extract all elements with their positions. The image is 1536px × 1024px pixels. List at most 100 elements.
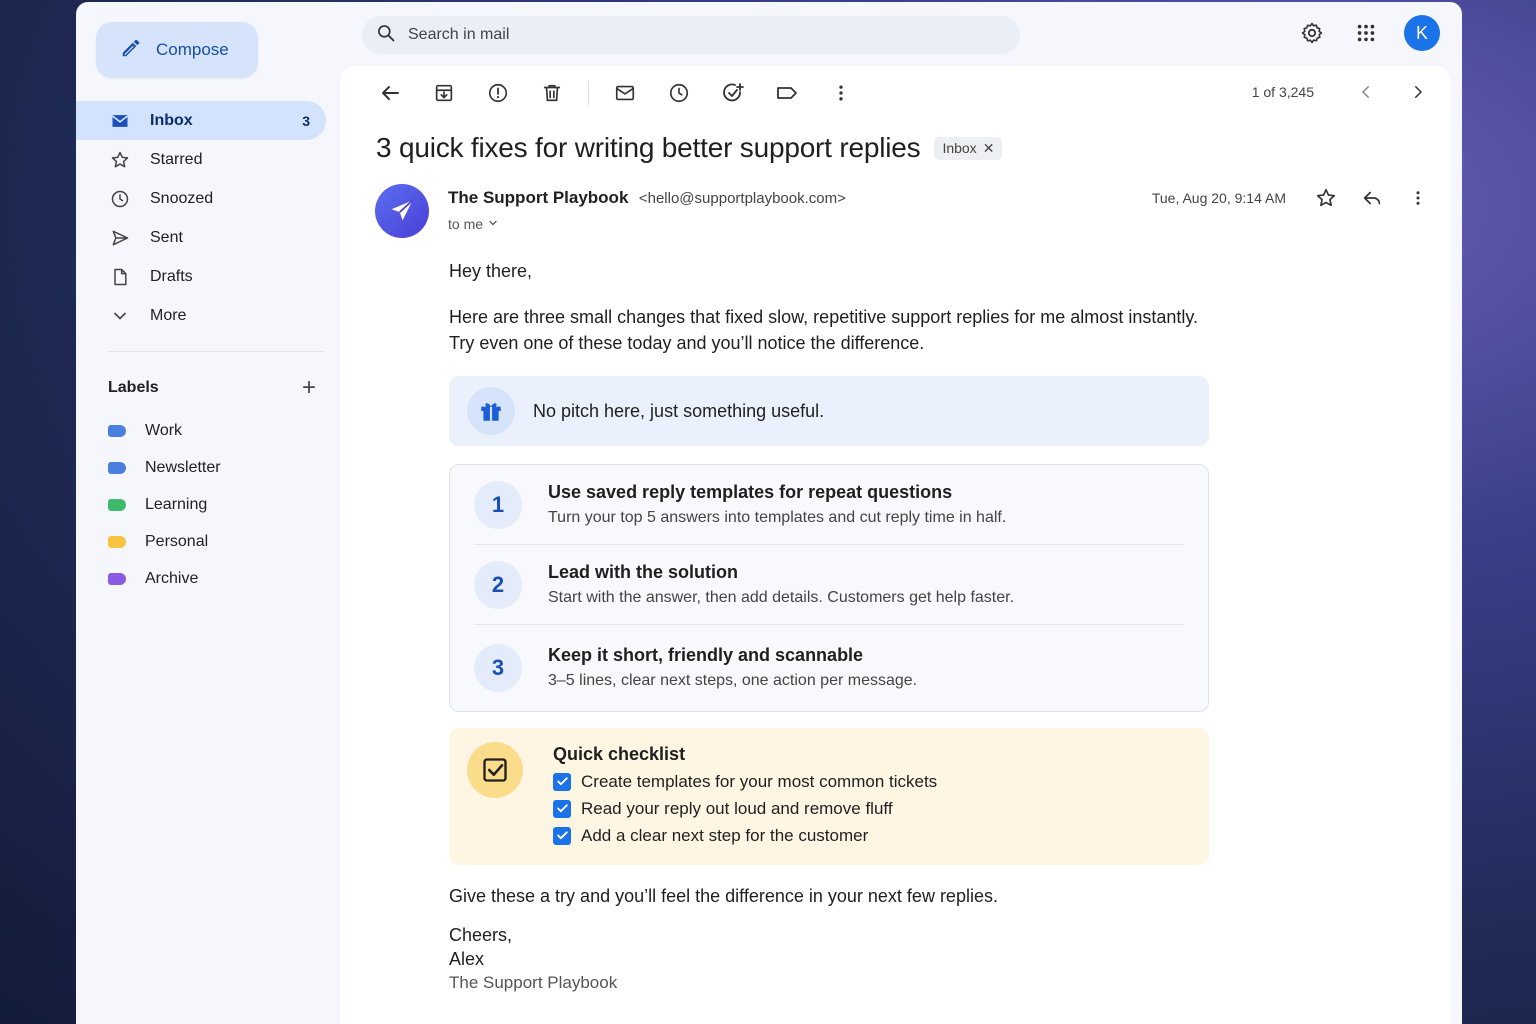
- email-outro: Give these a try and you’ll feel the dif…: [449, 886, 998, 906]
- email-panel: 1 of 3,245 3 quick fixes for writing bet…: [340, 66, 1450, 1024]
- label-item-work[interactable]: Work: [108, 412, 221, 449]
- checked-checkbox[interactable]: [553, 799, 571, 818]
- chip-label: Inbox: [942, 140, 977, 156]
- label-list: Work Newsletter Learning Personal Archiv…: [108, 412, 221, 597]
- pager-text: 1 of 3,245: [1251, 84, 1314, 100]
- search-icon[interactable]: [376, 23, 396, 48]
- label-color-swatch: [108, 424, 126, 437]
- label-item-newsletter[interactable]: Newsletter: [108, 449, 221, 486]
- nav-item-drafts[interactable]: Drafts: [76, 257, 326, 296]
- label-item-archive[interactable]: Archive: [108, 560, 221, 597]
- mark-unread-icon[interactable]: [607, 78, 643, 108]
- checklist-item-label: Create templates for your most common ti…: [581, 772, 938, 791]
- chevron-left-icon[interactable]: [1354, 80, 1378, 104]
- search-bar[interactable]: [362, 16, 1020, 54]
- sidebar: Compose Inbox 3 Starred Snoozed Sent Dra…: [76, 2, 340, 1024]
- signoff: Cheers,: [449, 925, 513, 945]
- archive-icon[interactable]: [426, 78, 462, 108]
- tip-number: 3: [474, 644, 522, 692]
- snooze-icon[interactable]: [661, 78, 697, 108]
- tip-number: 2: [474, 560, 522, 609]
- label-item-learning[interactable]: Learning: [108, 486, 221, 523]
- unread-count: 3: [302, 112, 310, 129]
- label-icon[interactable]: [769, 78, 805, 108]
- nav-item-label: Snoozed: [150, 189, 214, 207]
- nav-item-inbox[interactable]: Inbox 3: [76, 101, 326, 140]
- email-meta: Tue, Aug 20, 9:14 AM: [1152, 186, 1430, 210]
- report-spam-icon[interactable]: [480, 78, 516, 108]
- tip-description: Turn your top 5 answers into templates a…: [548, 508, 1007, 526]
- email-signature: Cheers, Alex The Support Playbook: [449, 923, 1209, 995]
- nav-item-label: Sent: [150, 228, 183, 246]
- checkbox-icon: [467, 742, 523, 798]
- nav-item-more[interactable]: More: [76, 296, 326, 335]
- send-icon: [110, 228, 130, 248]
- label-color-swatch: [108, 461, 126, 474]
- sender-email: <hello@supportplaybook.com>: [638, 190, 846, 207]
- label-color-swatch: [108, 535, 126, 548]
- label-name: Newsletter: [145, 458, 221, 476]
- email-intro: Here are three small changes that fixed …: [449, 307, 1199, 353]
- callout-note: No pitch here, just something useful.: [449, 376, 1209, 446]
- paper-plane-icon: [391, 199, 414, 221]
- gear-icon[interactable]: [1296, 17, 1328, 49]
- checked-checkbox[interactable]: [553, 772, 571, 791]
- nav-list: Inbox 3 Starred Snoozed Sent Drafts More: [76, 101, 326, 335]
- chevron-down-icon: [110, 306, 130, 326]
- more-vertical-icon[interactable]: [1406, 186, 1430, 210]
- nav-item-label: Drafts: [150, 267, 193, 285]
- email-subject: 3 quick fixes for writing better support…: [376, 132, 921, 163]
- checklist-item: Add a clear next step for the customer: [553, 822, 937, 849]
- reply-icon[interactable]: [1360, 186, 1384, 210]
- search-input[interactable]: [408, 26, 968, 44]
- checklist-item: Read your reply out loud and remove fluf…: [553, 795, 937, 822]
- more-vertical-icon[interactable]: [823, 78, 859, 108]
- label-name: Archive: [145, 569, 199, 587]
- star-icon: [110, 150, 130, 170]
- pager: 1 of 3,245: [1252, 80, 1430, 104]
- chevron-right-icon[interactable]: [1406, 80, 1430, 104]
- checklist-box: Quick checklist Create templates for you…: [449, 728, 1209, 865]
- nav-item-snoozed[interactable]: Snoozed: [76, 179, 326, 218]
- callout-text: No pitch here, just something useful.: [533, 401, 825, 421]
- checklist-item: Create templates for your most common ti…: [553, 768, 937, 795]
- draft-icon: [110, 267, 130, 287]
- tip-description: 3–5 lines, clear next steps, one action …: [548, 672, 918, 689]
- back-arrow-icon[interactable]: [372, 78, 408, 108]
- compose-label: Compose: [156, 40, 229, 59]
- tip-title: Keep it short, friendly and scannable: [548, 645, 864, 665]
- apps-grid-icon[interactable]: [1350, 17, 1382, 49]
- checked-checkbox[interactable]: [553, 826, 571, 845]
- signer-org: The Support Playbook: [449, 973, 618, 992]
- add-label-icon[interactable]: +: [302, 376, 316, 400]
- tips-list: 1 Use saved reply templates for repeat q…: [449, 464, 1209, 712]
- compose-button[interactable]: Compose: [96, 22, 258, 78]
- signer-name: Alex: [449, 949, 485, 969]
- email-body: Hey there, Here are three small changes …: [449, 258, 1209, 995]
- email-date: Tue, Aug 20, 9:14 AM: [1151, 190, 1286, 206]
- email-greeting: Hey there,: [449, 261, 533, 281]
- gift-icon: [467, 387, 515, 435]
- remove-label-icon[interactable]: ✕: [983, 140, 995, 157]
- tip-number: 1: [474, 480, 522, 529]
- pencil-icon: [120, 37, 142, 64]
- tip-title: Lead with the solution: [548, 561, 738, 582]
- nav-item-starred[interactable]: Starred: [76, 140, 326, 179]
- recipient-toggle[interactable]: to me: [448, 216, 846, 232]
- trash-icon[interactable]: [534, 78, 570, 108]
- labels-header: Labels +: [108, 376, 316, 400]
- nav-item-label: Starred: [150, 150, 203, 168]
- chevron-down-icon: [487, 216, 499, 232]
- nav-item-sent[interactable]: Sent: [76, 218, 326, 257]
- add-task-icon[interactable]: [715, 78, 751, 108]
- star-icon[interactable]: [1314, 186, 1338, 210]
- tip-item: 1 Use saved reply templates for repeat q…: [474, 465, 1184, 545]
- tip-item: 2 Lead with the solution Start with the …: [474, 545, 1184, 625]
- checklist-item-label: Read your reply out loud and remove fluf…: [581, 799, 893, 818]
- label-item-personal[interactable]: Personal: [108, 523, 221, 560]
- sidebar-divider: [108, 351, 324, 352]
- tip-title: Use saved reply templates for repeat que…: [548, 481, 953, 502]
- account-avatar[interactable]: K: [1404, 15, 1440, 51]
- inbox-chip: Inbox ✕: [934, 136, 1003, 160]
- checklist-item-label: Add a clear next step for the customer: [581, 826, 869, 845]
